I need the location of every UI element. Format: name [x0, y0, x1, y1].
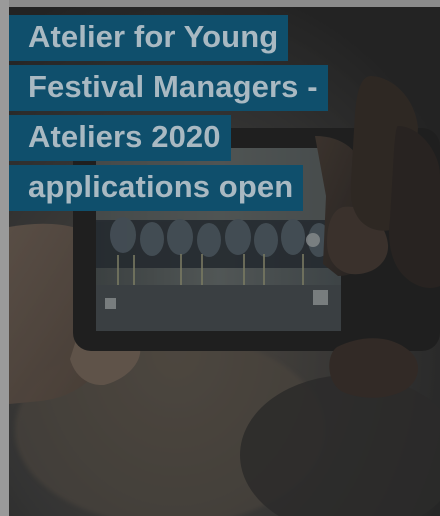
- news-card[interactable]: Atelier for Young Festival Managers - At…: [0, 0, 440, 516]
- card-title-block[interactable]: Atelier for Young Festival Managers - At…: [9, 12, 354, 212]
- card-left-edge: [0, 0, 9, 516]
- card-title[interactable]: Atelier for Young Festival Managers - At…: [9, 15, 328, 211]
